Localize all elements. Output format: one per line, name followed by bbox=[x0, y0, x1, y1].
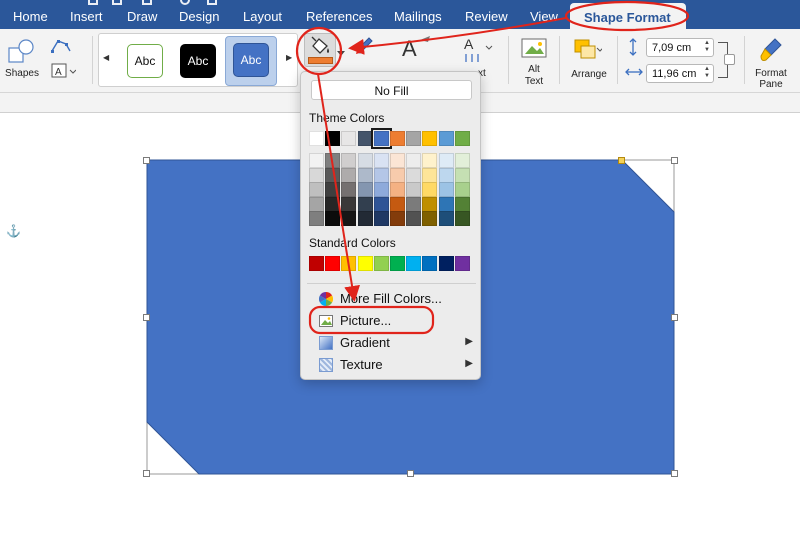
theme-shade-swatch[interactable] bbox=[341, 196, 357, 212]
resize-handle[interactable] bbox=[143, 470, 150, 477]
theme-shade-swatch[interactable] bbox=[438, 167, 454, 183]
theme-shade-swatch[interactable] bbox=[309, 153, 324, 168]
theme-shade-swatch[interactable] bbox=[309, 211, 324, 227]
theme-shade-swatch[interactable] bbox=[390, 182, 405, 198]
theme-color-swatch[interactable] bbox=[341, 131, 357, 146]
theme-shade-swatch[interactable] bbox=[454, 167, 470, 183]
theme-shade-swatch[interactable] bbox=[422, 153, 438, 168]
no-fill-button[interactable]: No Fill bbox=[311, 80, 472, 100]
standard-color-swatch[interactable] bbox=[390, 256, 405, 271]
theme-shade-swatch[interactable] bbox=[406, 196, 422, 212]
color-wheel-icon bbox=[319, 292, 333, 306]
theme-shade-swatch[interactable] bbox=[357, 196, 373, 212]
texture-icon bbox=[319, 358, 333, 372]
standard-color-swatch[interactable] bbox=[325, 256, 341, 271]
theme-shade-swatch[interactable] bbox=[406, 211, 422, 227]
theme-shade-swatch[interactable] bbox=[422, 182, 438, 198]
submenu-arrow-icon: ▶ bbox=[465, 358, 473, 369]
picture-icon bbox=[319, 315, 333, 327]
theme-shade-swatch[interactable] bbox=[325, 153, 341, 168]
theme-color-swatch[interactable] bbox=[309, 131, 324, 146]
theme-shade-swatch[interactable] bbox=[406, 153, 422, 168]
standard-color-swatch[interactable] bbox=[406, 256, 422, 271]
theme-shade-swatch[interactable] bbox=[357, 211, 373, 227]
theme-shade-swatch[interactable] bbox=[309, 196, 324, 212]
resize-handle[interactable] bbox=[671, 157, 678, 164]
standard-color-swatch[interactable] bbox=[309, 256, 324, 271]
theme-shade-swatch[interactable] bbox=[309, 182, 324, 198]
theme-shade-swatch[interactable] bbox=[390, 153, 405, 168]
menu-separator bbox=[307, 283, 476, 284]
theme-color-swatch[interactable] bbox=[422, 131, 438, 146]
theme-color-swatch[interactable] bbox=[454, 131, 470, 146]
picture-label: Picture... bbox=[340, 313, 392, 328]
theme-shade-swatch[interactable] bbox=[406, 167, 422, 183]
theme-shade-swatch[interactable] bbox=[422, 196, 438, 212]
adjust-handle[interactable] bbox=[618, 157, 625, 164]
theme-shade-swatch[interactable] bbox=[422, 211, 438, 227]
theme-shade-swatch[interactable] bbox=[438, 153, 454, 168]
resize-handle[interactable] bbox=[671, 314, 678, 321]
standard-color-swatch[interactable] bbox=[422, 256, 438, 271]
texture-label: Texture bbox=[340, 357, 383, 372]
theme-shade-swatch[interactable] bbox=[373, 182, 389, 198]
theme-shade-swatch[interactable] bbox=[390, 196, 405, 212]
theme-color-swatch[interactable] bbox=[438, 131, 454, 146]
theme-shade-swatch[interactable] bbox=[325, 182, 341, 198]
theme-colors-heading: Theme Colors bbox=[309, 111, 385, 125]
menu-item-texture[interactable]: Texture ▶ bbox=[313, 355, 473, 375]
resize-handle[interactable] bbox=[143, 314, 150, 321]
theme-shade-swatch[interactable] bbox=[373, 167, 389, 183]
standard-color-swatch[interactable] bbox=[373, 256, 389, 271]
theme-shade-swatch[interactable] bbox=[454, 196, 470, 212]
shape-fill-menu: No Fill Theme Colors Standard Colors Mor… bbox=[300, 71, 481, 380]
theme-color-swatch[interactable] bbox=[325, 131, 341, 146]
theme-shade-swatch[interactable] bbox=[390, 211, 405, 227]
theme-shade-swatch[interactable] bbox=[325, 211, 341, 227]
menu-item-gradient[interactable]: Gradient ▶ bbox=[313, 333, 473, 353]
menu-item-more-fill-colors[interactable]: More Fill Colors... bbox=[313, 289, 473, 309]
theme-shade-swatch[interactable] bbox=[438, 196, 454, 212]
theme-shade-swatch[interactable] bbox=[357, 167, 373, 183]
theme-shade-swatch[interactable] bbox=[341, 153, 357, 168]
theme-shade-swatch[interactable] bbox=[357, 182, 373, 198]
theme-shade-swatch[interactable] bbox=[373, 153, 389, 168]
theme-shade-swatch[interactable] bbox=[341, 167, 357, 183]
theme-shade-swatch[interactable] bbox=[422, 167, 438, 183]
submenu-arrow-icon: ▶ bbox=[465, 336, 473, 347]
theme-shade-swatch[interactable] bbox=[325, 196, 341, 212]
theme-shade-swatch[interactable] bbox=[454, 153, 470, 168]
standard-color-swatch[interactable] bbox=[438, 256, 454, 271]
theme-shade-swatch[interactable] bbox=[438, 211, 454, 227]
gradient-label: Gradient bbox=[340, 335, 390, 350]
resize-handle[interactable] bbox=[671, 470, 678, 477]
theme-shade-swatch[interactable] bbox=[373, 196, 389, 212]
resize-handle[interactable] bbox=[143, 157, 150, 164]
standard-color-swatch[interactable] bbox=[454, 256, 470, 271]
menu-item-picture[interactable]: Picture... bbox=[313, 311, 473, 331]
theme-shade-swatch[interactable] bbox=[357, 153, 373, 168]
theme-shade-swatch[interactable] bbox=[390, 167, 405, 183]
theme-shade-swatch[interactable] bbox=[373, 211, 389, 227]
gradient-icon bbox=[319, 336, 333, 350]
theme-shade-swatch[interactable] bbox=[454, 211, 470, 227]
standard-color-swatch[interactable] bbox=[357, 256, 373, 271]
theme-shade-swatch[interactable] bbox=[406, 182, 422, 198]
theme-shade-swatch[interactable] bbox=[341, 211, 357, 227]
theme-shade-swatch[interactable] bbox=[438, 182, 454, 198]
theme-color-swatch[interactable] bbox=[406, 131, 422, 146]
theme-color-swatch[interactable] bbox=[357, 131, 373, 146]
standard-color-swatch[interactable] bbox=[341, 256, 357, 271]
more-fill-colors-label: More Fill Colors... bbox=[340, 291, 442, 306]
theme-shade-swatch[interactable] bbox=[454, 182, 470, 198]
resize-handle[interactable] bbox=[407, 470, 414, 477]
theme-color-swatch[interactable] bbox=[370, 128, 392, 149]
theme-shade-swatch[interactable] bbox=[325, 167, 341, 183]
standard-colors-heading: Standard Colors bbox=[309, 236, 396, 250]
theme-shade-swatch[interactable] bbox=[341, 182, 357, 198]
theme-shade-swatch[interactable] bbox=[309, 167, 324, 183]
theme-color-swatch[interactable] bbox=[390, 131, 405, 146]
